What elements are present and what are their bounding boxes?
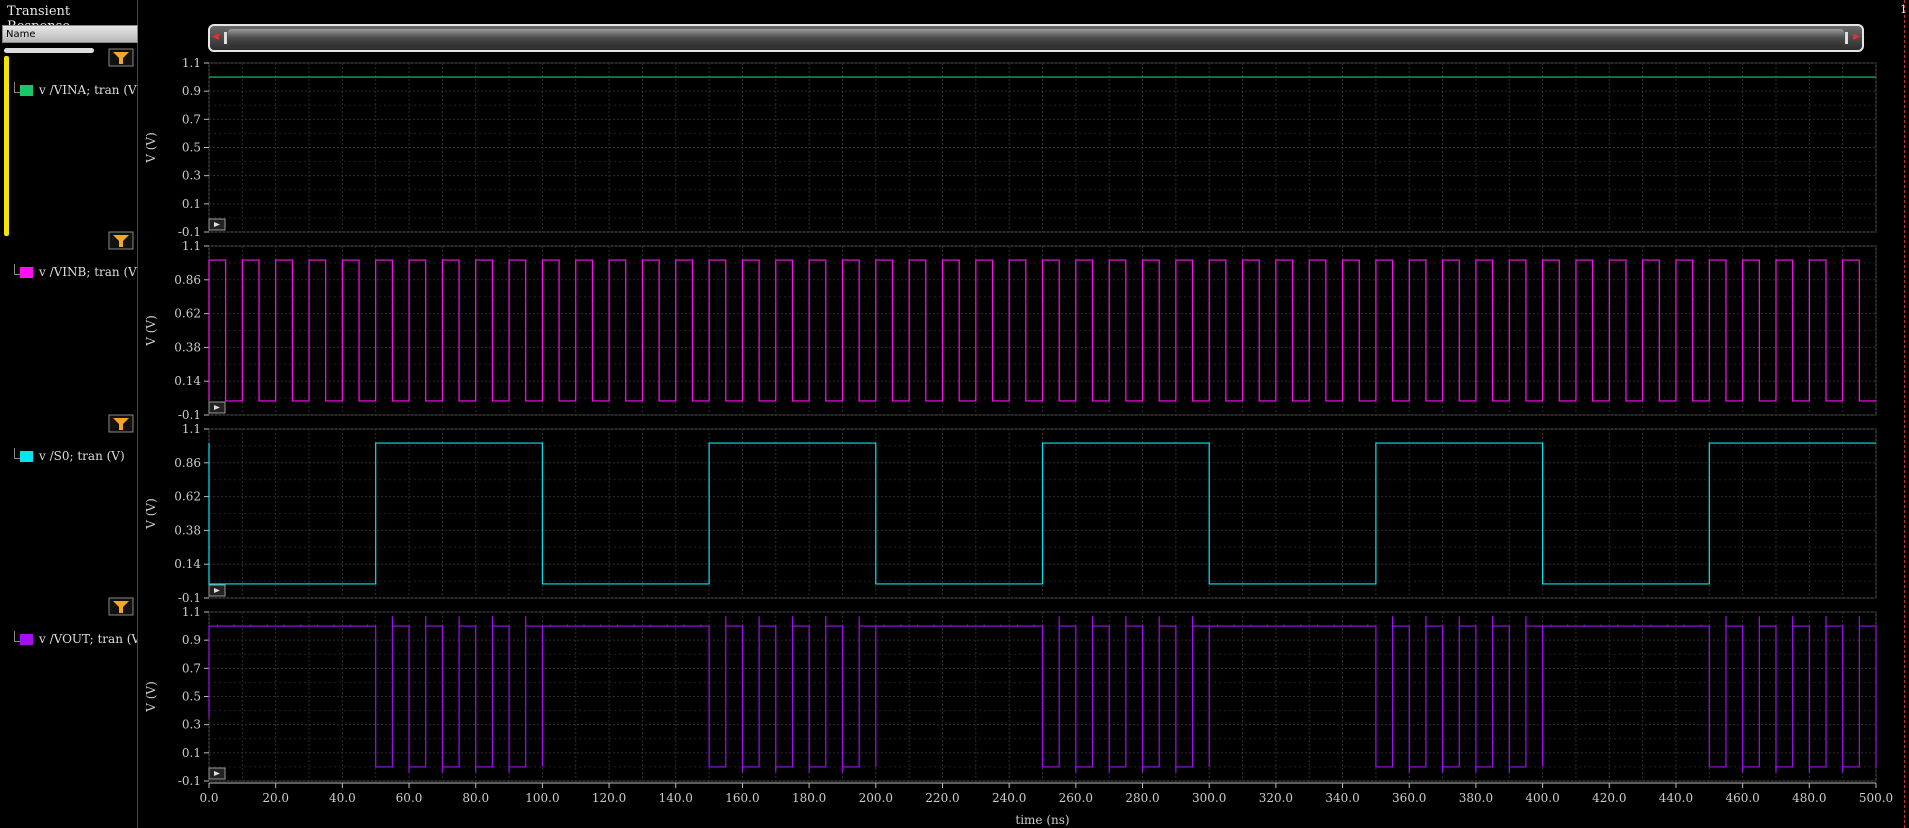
y-tick-label: 0.86 (174, 273, 201, 287)
y-tick-label: 0.7 (182, 112, 201, 126)
filter-funnel-icon[interactable] (108, 48, 134, 67)
y-tick-label: 0.86 (174, 456, 201, 470)
x-tick-label: 220.0 (925, 791, 959, 805)
y-tick-label: 0.14 (174, 374, 201, 388)
y-tick-label: -0.1 (178, 774, 201, 788)
play-triangle-icon[interactable] (208, 584, 226, 597)
y-tick-label: 1.1 (182, 239, 201, 253)
y-tick-label: 0.62 (174, 490, 201, 504)
y-tick-label: 0.62 (174, 307, 201, 321)
y-tick-label: 0.38 (174, 523, 201, 537)
x-tick-label: 340.0 (1325, 791, 1359, 805)
y-tick-label: 0.9 (182, 84, 201, 98)
x-tick-label: 260.0 (1059, 791, 1093, 805)
y-tick-label: 0.3 (182, 718, 201, 732)
x-tick-label: 360.0 (1392, 791, 1426, 805)
play-triangle-icon[interactable] (208, 218, 226, 231)
filter-funnel-icon[interactable] (108, 597, 134, 616)
play-triangle-icon[interactable] (208, 401, 226, 414)
y-tick-label: -0.1 (178, 225, 201, 239)
waveform-plots[interactable]: 1.1 0.9 0.7 0.5 0.3 0.1 -0.1 V (V) 1.1 0.86 0.62 0… (0, 0, 1909, 828)
x-tick-label: 200.0 (859, 791, 893, 805)
x-tick-label: 0.0 (199, 791, 218, 805)
y-tick-label: 0.1 (182, 746, 201, 760)
x-tick-label: 400.0 (1525, 791, 1559, 805)
play-triangle-icon[interactable] (208, 767, 226, 780)
y-tick-label: 0.3 (182, 169, 201, 183)
y-tick-label: -0.1 (178, 591, 201, 605)
x-tick-label: 80.0 (462, 791, 489, 805)
filter-funnel-icon[interactable] (108, 231, 134, 250)
x-tick-label: 300.0 (1192, 791, 1226, 805)
y-axis-label: V (V) (144, 498, 158, 530)
x-tick-label: 40.0 (329, 791, 356, 805)
y-tick-label: 0.5 (182, 141, 201, 155)
x-tick-label: 380.0 (1459, 791, 1493, 805)
x-axis-label: time (ns) (1015, 813, 1069, 827)
x-tick-label: 500.0 (1859, 791, 1893, 805)
y-tick-label: 0.9 (182, 633, 201, 647)
x-tick-label: 240.0 (992, 791, 1026, 805)
y-axis-label: V (V) (144, 315, 158, 347)
y-tick-label: 0.7 (182, 661, 201, 675)
x-tick-label: 480.0 (1792, 791, 1826, 805)
x-tick-label: 280.0 (1125, 791, 1159, 805)
waveform-trace (208, 259, 1876, 402)
x-tick-label: 460.0 (1725, 791, 1759, 805)
x-tick-label: 20.0 (262, 791, 289, 805)
y-tick-label: 0.5 (182, 690, 201, 704)
y-tick-label: 1.1 (182, 56, 201, 70)
x-tick-label: 60.0 (396, 791, 423, 805)
y-tick-label: -0.1 (178, 408, 201, 422)
x-tick-label: 160.0 (725, 791, 759, 805)
x-tick-label: 440.0 (1659, 791, 1693, 805)
x-tick-label: 140.0 (659, 791, 693, 805)
y-tick-label: 0.14 (174, 557, 201, 571)
y-tick-label: 0.38 (174, 340, 201, 354)
x-tick-label: 180.0 (792, 791, 826, 805)
filter-funnel-icon[interactable] (108, 414, 134, 433)
y-tick-label: 1.1 (182, 422, 201, 436)
y-axis-label: V (V) (144, 681, 158, 713)
x-tick-label: 100.0 (525, 791, 559, 805)
x-tick-label: 320.0 (1259, 791, 1293, 805)
y-axis-label: V (V) (144, 132, 158, 164)
x-tick-label: 120.0 (592, 791, 626, 805)
x-tick-label: 420.0 (1592, 791, 1626, 805)
y-tick-label: 1.1 (182, 605, 201, 619)
y-tick-label: 0.1 (182, 197, 201, 211)
